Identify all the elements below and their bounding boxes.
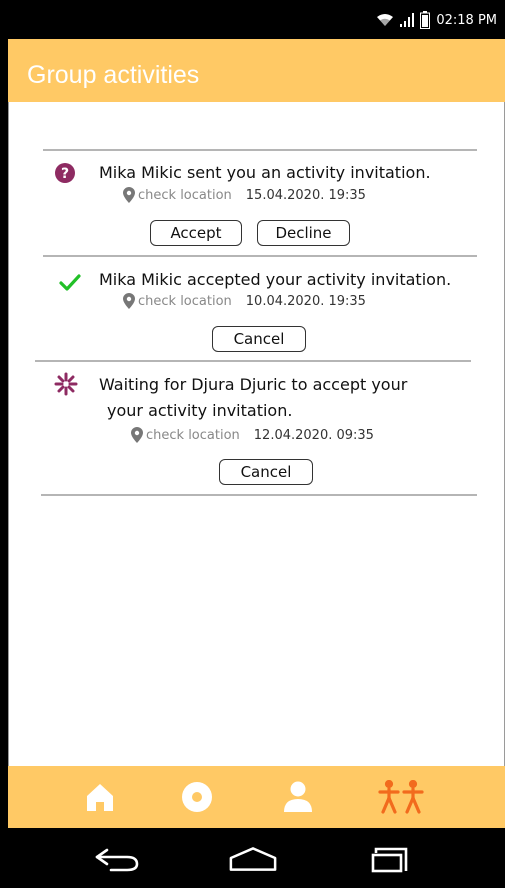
wifi-icon	[376, 13, 394, 27]
activity-datetime: 10.04.2020. 19:35	[245, 293, 366, 309]
group-activities-icon	[378, 780, 424, 814]
cancel-button[interactable]: Cancel	[212, 326, 306, 352]
back-icon	[95, 848, 139, 872]
question-icon: ?	[55, 163, 75, 183]
location-pin-icon	[123, 293, 135, 309]
activity-message: Waiting for Djura Djuric to accept your	[99, 375, 408, 394]
divider	[43, 149, 477, 151]
divider	[41, 494, 477, 496]
activity-datetime: 12.04.2020. 09:35	[253, 427, 374, 443]
activity-meta: check location 12.04.2020. 09:35	[131, 427, 374, 443]
nav-group-activities[interactable]	[376, 780, 426, 814]
status-bar: 02:18 PM	[8, 0, 505, 39]
check-location-link[interactable]: check location	[138, 294, 232, 309]
checkmark-icon	[59, 274, 81, 291]
activity-message-line2: your activity invitation.	[107, 401, 293, 420]
system-nav-bar	[0, 828, 505, 888]
pending-icon	[54, 372, 78, 396]
svg-text:?: ?	[61, 166, 69, 182]
system-recents-button[interactable]	[365, 842, 415, 876]
activity-datetime: 15.04.2020. 19:35	[245, 187, 366, 203]
location-pin-icon	[123, 187, 135, 203]
divider	[43, 255, 477, 257]
decline-button[interactable]: Decline	[257, 220, 350, 246]
status-icons: 02:18 PM	[376, 11, 497, 29]
nav-circle[interactable]	[177, 780, 217, 814]
check-location-link[interactable]: check location	[138, 188, 232, 203]
battery-icon	[420, 11, 431, 29]
phone-screen: 02:18 PM Group activities ? Mika Mikic s…	[0, 0, 505, 888]
system-back-button[interactable]	[92, 842, 142, 876]
activity-meta: check location 15.04.2020. 19:35	[123, 187, 366, 203]
cancel-button[interactable]: Cancel	[219, 459, 313, 485]
activity-meta: check location 10.04.2020. 19:35	[123, 293, 366, 309]
home-icon	[87, 784, 113, 811]
check-location-link[interactable]: check location	[146, 428, 240, 443]
home-button-icon	[229, 847, 277, 871]
signal-icon	[400, 13, 415, 27]
recent-apps-icon	[371, 847, 408, 873]
nav-home[interactable]	[80, 780, 120, 814]
clock: 02:18 PM	[436, 12, 497, 28]
nav-profile[interactable]	[278, 780, 318, 814]
divider	[35, 360, 471, 362]
person-icon	[284, 781, 312, 812]
accept-button[interactable]: Accept	[150, 220, 242, 246]
bottom-nav	[8, 766, 505, 828]
activity-message: Mika Mikic accepted your activity invita…	[99, 270, 452, 289]
activity-list: ? Mika Mikic sent you an activity invita…	[8, 102, 505, 766]
activity-message: Mika Mikic sent you an activity invitati…	[99, 163, 431, 182]
page-title: Group activities	[27, 61, 200, 89]
system-home-button[interactable]	[228, 842, 278, 876]
circle-icon	[182, 782, 212, 812]
location-pin-icon	[131, 427, 143, 443]
app-bar: Group activities	[8, 39, 505, 102]
